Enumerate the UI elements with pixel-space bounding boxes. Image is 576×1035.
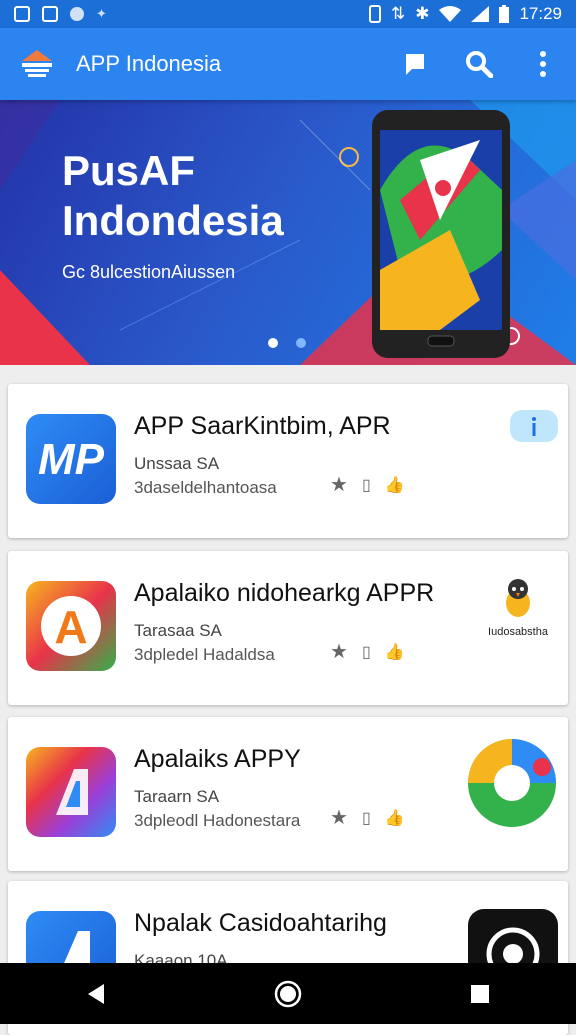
clock: 17:29: [519, 4, 562, 23]
sync-icon: [70, 7, 84, 21]
wifi-icon: [439, 6, 462, 22]
signal-small-icon: ✦: [96, 6, 107, 21]
promo-banner[interactable]: PusAF Indondesia Gc 8ulcestionAiussen: [0, 100, 576, 365]
app-meta-icons: ★ ▯ 👍: [330, 805, 405, 830]
svg-text:MP: MP: [38, 435, 105, 484]
recents-icon: [471, 984, 489, 1003]
search-button[interactable]: [464, 49, 494, 79]
flag-icon: [406, 54, 424, 75]
thumbs-up-icon: 👍: [384, 809, 405, 827]
app-title: APP Indonesia: [76, 51, 222, 76]
info-icon: [532, 417, 536, 436]
app-developer: Taraarn SA: [134, 787, 220, 806]
app-icon-gradient-a: [26, 747, 116, 837]
document-icon: ▯: [361, 476, 371, 494]
app-bar: APP Indonesia: [0, 28, 576, 100]
document-icon: ▯: [361, 809, 371, 827]
app-title: Apalaiks APPY: [134, 745, 301, 773]
banner-subtitle: Gc 8ulcestionAiussen: [62, 262, 236, 282]
status-bar: ✦ ⇅ ✱ 17:29: [0, 0, 576, 28]
app-icon-mp: MP: [26, 414, 116, 504]
star-icon: ★: [330, 641, 348, 663]
app-icon-a: A: [26, 581, 116, 671]
banner-title-line1: PusAF: [62, 147, 196, 194]
notification-icon: [14, 6, 30, 22]
star-icon: ★: [330, 474, 348, 496]
thumbs-up-icon: 👍: [384, 476, 405, 494]
app-developer: Unssaa SA: [134, 454, 220, 473]
cell-signal-icon: [471, 6, 490, 22]
app-category: 3daseldelhantoasa: [134, 478, 277, 497]
overflow-menu-button[interactable]: [528, 49, 558, 79]
carousel-indicator: [268, 338, 306, 348]
home-button[interactable]: [268, 974, 308, 1014]
mascot-icon: [506, 579, 530, 617]
thumbs-up-icon: 👍: [384, 643, 405, 661]
app-category: 3dpledel Hadaldsa: [134, 645, 275, 664]
flag-button[interactable]: [400, 49, 430, 79]
recents-button[interactable]: [460, 974, 500, 1014]
system-nav-bar: [0, 963, 576, 1024]
app-logo-icon: [22, 50, 52, 77]
app-card[interactable]: Apalaiks APPY Taraarn SA 3dpleodl Hadone…: [8, 717, 568, 871]
app-notification-icon: [42, 6, 58, 22]
more-vert-icon: [540, 51, 546, 77]
info-toggle-button[interactable]: [510, 410, 558, 442]
app-meta-icons: ★ ▯ 👍: [330, 472, 405, 497]
mascot-label: Iudosabstha: [488, 626, 548, 638]
carousel-dot-active[interactable]: [268, 338, 278, 348]
app-category: 3dpleodl Hadonestara: [134, 811, 301, 830]
app-title: Npalak Casidoahtarihg: [134, 909, 387, 937]
app-card[interactable]: A Apalaiko nidohearkɡ APPR Tarasaa SA 3d…: [8, 551, 568, 705]
svg-text:A: A: [54, 601, 87, 653]
app-meta-icons: ★ ▯ 👍: [330, 639, 405, 664]
vibrate-icon: [368, 5, 381, 23]
phone-illustration: [372, 110, 510, 358]
star-icon: ★: [330, 807, 348, 829]
home-icon: [274, 980, 302, 1007]
app-card[interactable]: MP APP SaarKintbim, APR Unssaa SA 3dasel…: [8, 384, 568, 538]
app-title: APP SaarKintbim, APR: [134, 412, 391, 440]
banner-title: PusAF Indondesia: [62, 146, 284, 246]
app-title: Apalaiko nidohearkɡ APPR: [134, 579, 435, 607]
bluetooth-icon: ✱: [415, 4, 430, 23]
search-icon: [466, 51, 493, 78]
battery-icon: [499, 5, 510, 23]
carousel-dot[interactable]: [296, 338, 306, 348]
data-icon: ⇅: [390, 4, 406, 23]
back-button[interactable]: [76, 974, 116, 1014]
back-icon: [88, 983, 104, 1004]
banner-title-line2: Indondesia: [62, 197, 284, 244]
mascot-badge[interactable]: Iudosabstha: [478, 575, 558, 638]
chat-app-icon[interactable]: [466, 737, 558, 829]
document-icon: ▯: [361, 643, 371, 661]
app-developer: Tarasaa SA: [134, 621, 222, 640]
